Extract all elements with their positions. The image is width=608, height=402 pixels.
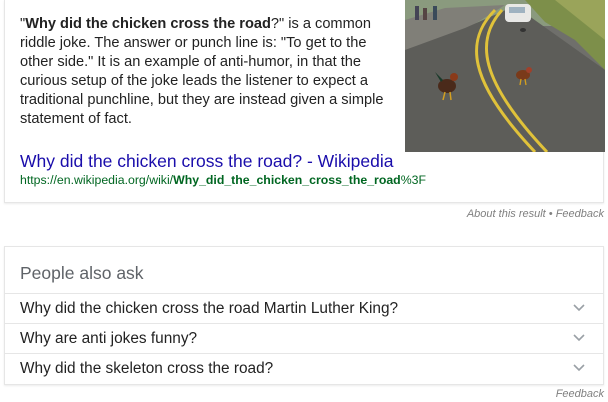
about-result-row: About this result • Feedback — [467, 208, 604, 220]
people-also-ask-heading: People also ask — [20, 263, 144, 283]
url-prefix: https://en.wikipedia.org/wiki/ — [20, 173, 174, 187]
chevron-down-icon[interactable] — [573, 364, 585, 372]
snippet-text: "Why did the chicken cross the road?" is… — [20, 15, 392, 129]
about-this-result-link[interactable]: About this result — [467, 208, 546, 220]
chickens-on-road-photo[interactable] — [405, 0, 605, 152]
separator: • — [545, 208, 556, 220]
snippet-bold-question: Why did the chicken cross the road — [25, 16, 271, 32]
paa-question-text: Why did the chicken cross the road Marti… — [20, 300, 399, 317]
paa-question-text: Why did the skeleton cross the road? — [20, 360, 274, 377]
chevron-down-icon[interactable] — [573, 304, 585, 312]
wikipedia-result-title-link[interactable]: Why did the chicken cross the road? - Wi… — [20, 150, 394, 172]
paa-question-item[interactable]: Why did the skeleton cross the road? — [5, 353, 603, 384]
chevron-down-icon[interactable] — [573, 334, 585, 342]
paa-question-text: Why are anti jokes funny? — [20, 330, 198, 347]
snippet-body: ?" is a common riddle joke. The answer o… — [20, 16, 384, 127]
paa-question-item[interactable]: Why did the chicken cross the road Marti… — [5, 293, 603, 324]
featured-snippet-card: "Why did the chicken cross the road?" is… — [4, 0, 605, 203]
feedback-link-bottom[interactable]: Feedback — [556, 388, 604, 400]
url-bold-part: Why_did_the_chicken_cross_the_road — [173, 173, 401, 187]
paa-question-item[interactable]: Why are anti jokes funny? — [5, 323, 603, 354]
feedback-link[interactable]: Feedback — [556, 208, 604, 220]
wikipedia-result-url[interactable]: https://en.wikipedia.org/wiki/Why_did_th… — [20, 172, 426, 188]
people-also-ask-card: People also ask Why did the chicken cros… — [4, 246, 604, 385]
photo-illustration — [405, 0, 605, 152]
url-suffix: %3F — [400, 173, 426, 187]
